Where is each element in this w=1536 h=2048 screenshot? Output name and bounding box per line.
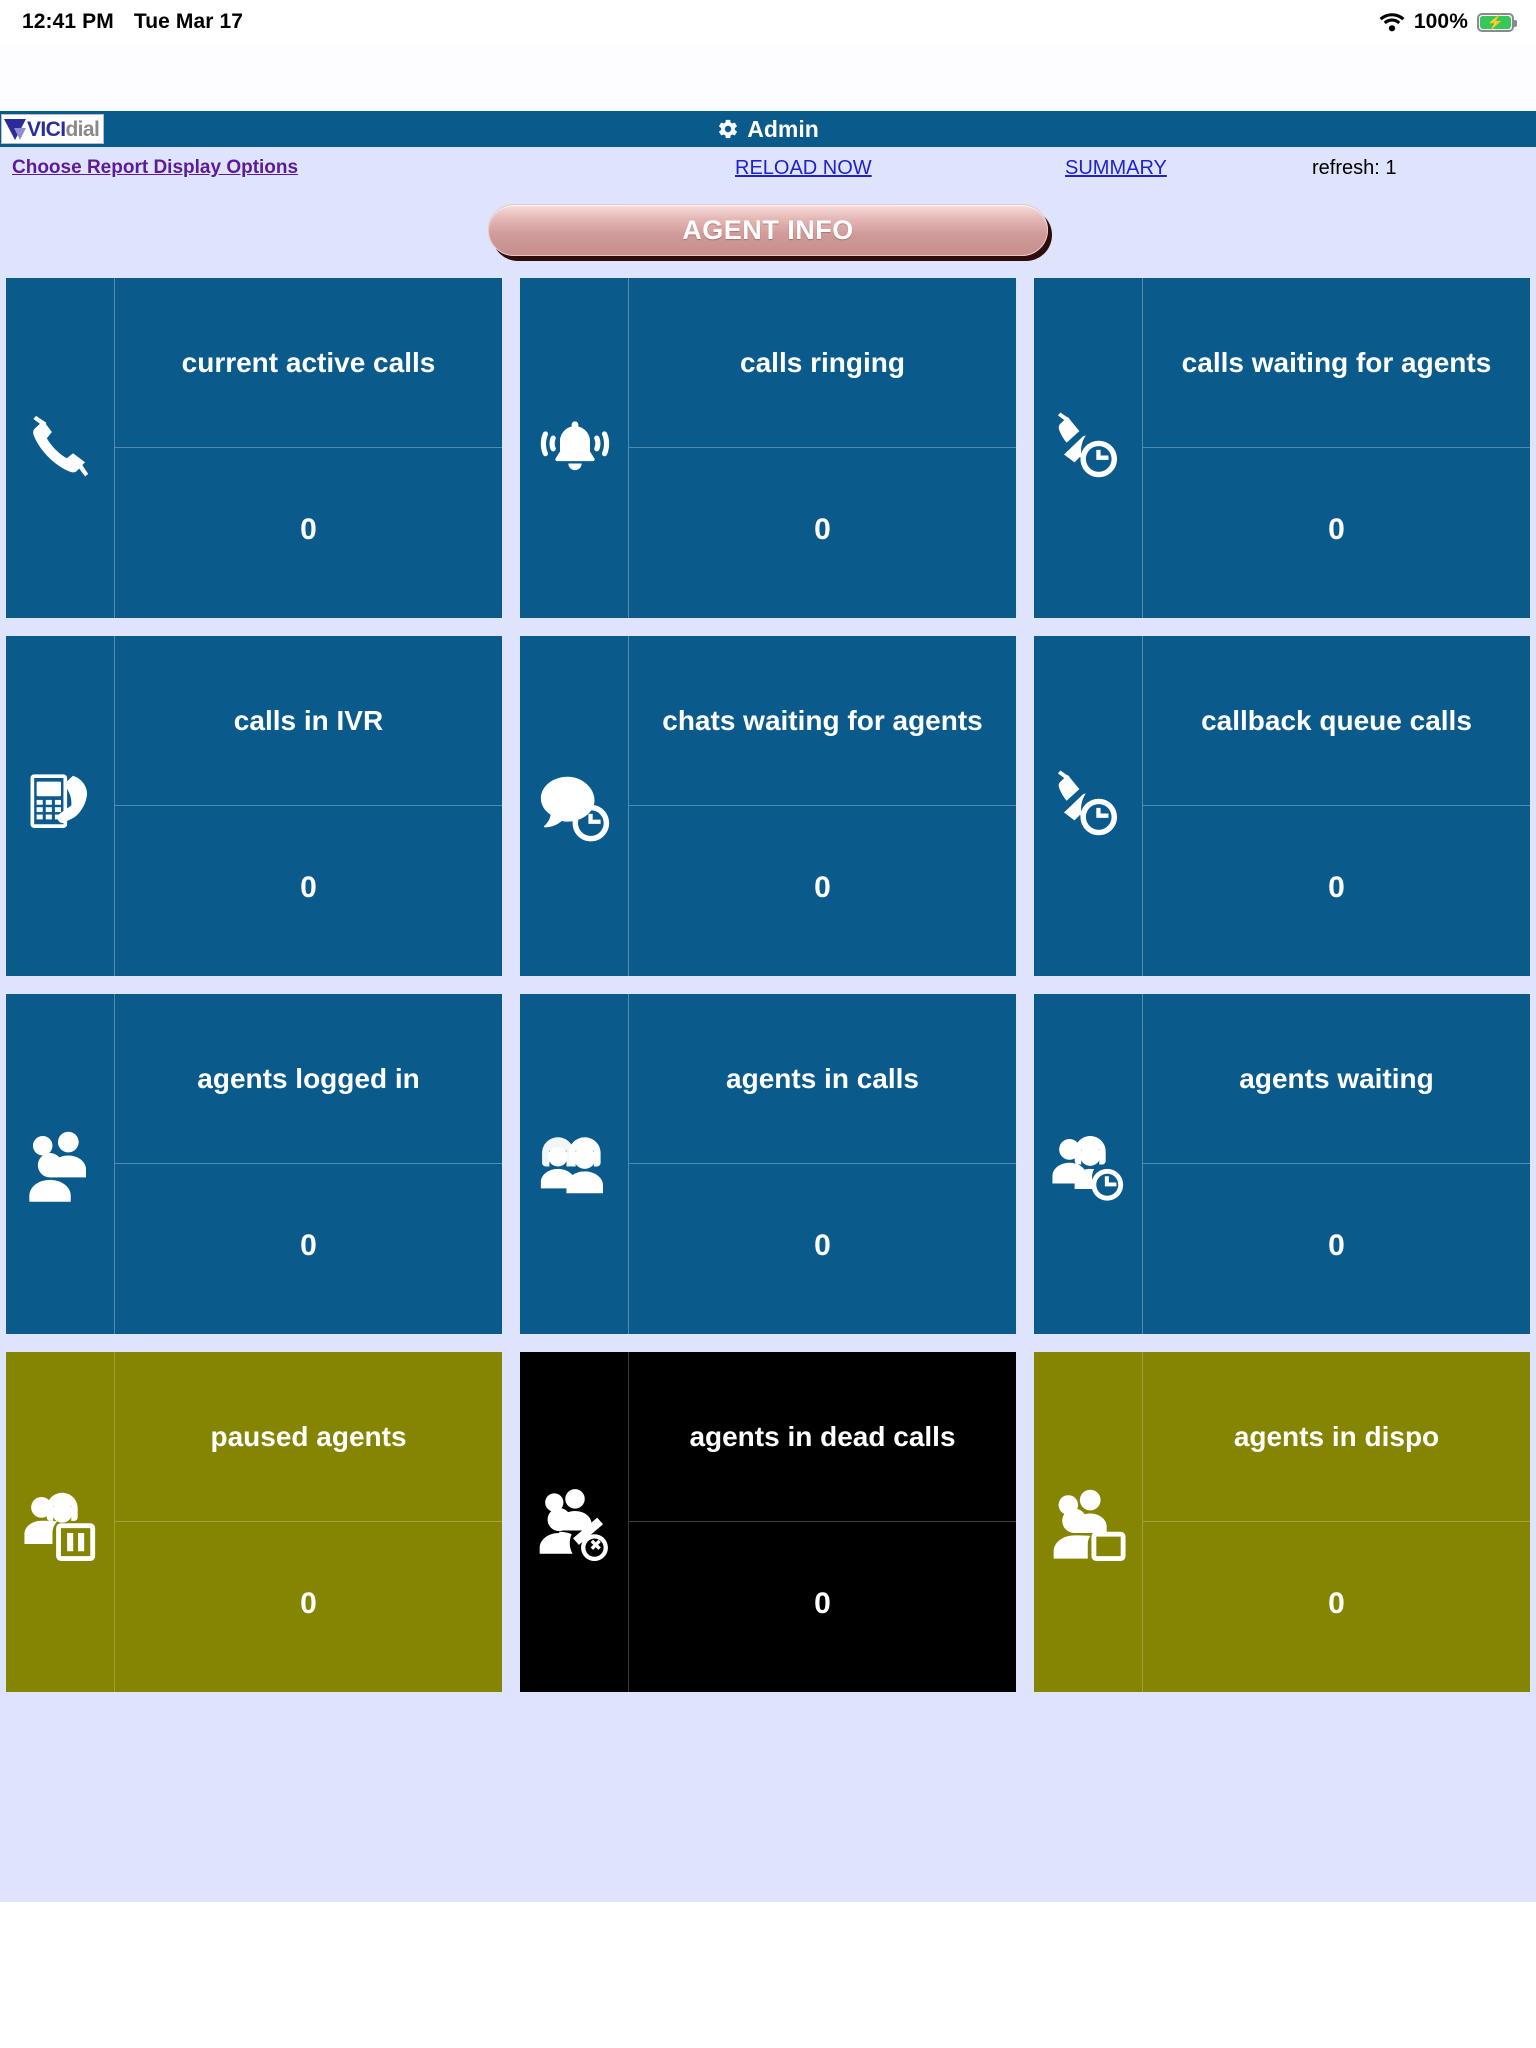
stat-tile-body: agents logged in 0 xyxy=(115,994,502,1334)
report-options-row: Choose Report Display Options RELOAD NOW… xyxy=(0,147,1536,189)
stat-tile-label: agents logged in xyxy=(115,994,502,1164)
agent-info-button-wrap: AGENT INFO xyxy=(0,189,1536,278)
stat-tile[interactable]: agents waiting 0 xyxy=(1034,994,1530,1334)
report-page: Choose Report Display Options RELOAD NOW… xyxy=(0,147,1536,1902)
stat-tile[interactable]: chats waiting for agents 0 xyxy=(520,636,1016,976)
agent-pause-icon xyxy=(6,1352,115,1692)
stat-tile[interactable]: calls in IVR 0 xyxy=(6,636,502,976)
ivr-keypad-phone-icon xyxy=(6,636,115,976)
admin-title: Admin xyxy=(0,116,1536,143)
stat-tile-body: agents in calls 0 xyxy=(629,994,1016,1334)
admin-title-text: Admin xyxy=(747,115,819,142)
stat-tile-value: 0 xyxy=(1328,1587,1345,1620)
stat-tile-value: 0 xyxy=(300,1229,317,1262)
browser-blank-area xyxy=(0,44,1536,111)
agent-info-button[interactable]: AGENT INFO xyxy=(488,204,1048,256)
stat-tile-value: 0 xyxy=(300,871,317,904)
stat-tile-label: callback queue calls xyxy=(1143,636,1530,806)
stat-tile-body: agents in dispo 0 xyxy=(1143,1352,1530,1692)
stat-tile-label: agents in dispo xyxy=(1143,1352,1530,1522)
stat-tile-label: current active calls xyxy=(115,278,502,448)
stat-tile-body: calls in IVR 0 xyxy=(115,636,502,976)
stat-tile-body: current active calls 0 xyxy=(115,278,502,618)
stat-tile-label: calls ringing xyxy=(629,278,1016,448)
stat-tile[interactable]: agents logged in 0 xyxy=(6,994,502,1334)
stat-tile-value: 0 xyxy=(1328,513,1345,546)
vicidial-header-bar: VICI dial Admin xyxy=(0,111,1536,147)
refresh-counter: refresh: 1 xyxy=(1312,156,1397,179)
stat-tile-value: 0 xyxy=(814,871,831,904)
stat-tile[interactable]: callback queue calls 0 xyxy=(1034,636,1530,976)
stat-tile-body: chats waiting for agents 0 xyxy=(629,636,1016,976)
stat-tile-value: 0 xyxy=(814,513,831,546)
stat-tile-body: calls ringing 0 xyxy=(629,278,1016,618)
agent-clock-icon xyxy=(1034,994,1143,1334)
reload-now-link[interactable]: RELOAD NOW xyxy=(735,157,872,180)
status-bar-right: 100% ⚡ xyxy=(1379,10,1517,34)
stat-tile-value: 0 xyxy=(300,513,317,546)
chat-bubble-clock-icon xyxy=(520,636,629,976)
stat-tile-value: 0 xyxy=(1328,1229,1345,1262)
gear-icon xyxy=(717,118,739,140)
page-footer-space xyxy=(0,1692,1536,1892)
stat-tile-body: paused agents 0 xyxy=(115,1352,502,1692)
wifi-icon xyxy=(1379,12,1405,32)
ringing-bell-icon xyxy=(520,278,629,618)
battery-percent: 100% xyxy=(1413,10,1468,33)
stat-tile-body: callback queue calls 0 xyxy=(1143,636,1530,976)
stat-tile[interactable]: agents in dispo 0 xyxy=(1034,1352,1530,1692)
stat-tile-value: 0 xyxy=(814,1587,831,1620)
phone-clock-icon xyxy=(1034,636,1143,976)
stat-tile-label: calls waiting for agents xyxy=(1143,278,1530,448)
stat-tile-value: 0 xyxy=(814,1229,831,1262)
status-bar-left: 12:41 PM Tue Mar 17 xyxy=(22,10,243,34)
stat-tile-value: 0 xyxy=(300,1587,317,1620)
status-date: Tue Mar 17 xyxy=(133,10,244,33)
stat-tile-body: agents waiting 0 xyxy=(1143,994,1530,1334)
summary-link[interactable]: SUMMARY xyxy=(1065,157,1167,180)
stat-tile[interactable]: calls ringing 0 xyxy=(520,278,1016,618)
stat-tile-body: agents in dead calls 0 xyxy=(629,1352,1016,1692)
stats-tile-grid: current active calls 0 calls ringing 0 cal… xyxy=(0,278,1536,1692)
choose-report-display-options-link[interactable]: Choose Report Display Options xyxy=(12,157,298,179)
status-time: 12:41 PM xyxy=(22,10,114,33)
ios-status-bar: 12:41 PM Tue Mar 17 100% ⚡ xyxy=(0,0,1536,44)
stat-tile-body: calls waiting for agents 0 xyxy=(1143,278,1530,618)
headset-agents-icon xyxy=(520,994,629,1334)
stat-tile-label: agents waiting xyxy=(1143,994,1530,1164)
stat-tile[interactable]: calls waiting for agents 0 xyxy=(1034,278,1530,618)
stat-tile-label: agents in dead calls xyxy=(629,1352,1016,1522)
agent-screen-icon xyxy=(1034,1352,1143,1692)
stat-tile-label: paused agents xyxy=(115,1352,502,1522)
battery-charging-icon: ⚡ xyxy=(1477,12,1517,32)
stat-tile[interactable]: agents in calls 0 xyxy=(520,994,1016,1334)
stat-tile-label: agents in calls xyxy=(629,994,1016,1164)
users-group-icon xyxy=(6,994,115,1334)
stat-tile-label: chats waiting for agents xyxy=(629,636,1016,806)
phone-clock-icon xyxy=(1034,278,1143,618)
phone-handset-icon xyxy=(6,278,115,618)
stat-tile[interactable]: agents in dead calls 0 xyxy=(520,1352,1016,1692)
stat-tile[interactable]: paused agents 0 xyxy=(6,1352,502,1692)
stat-tile[interactable]: current active calls 0 xyxy=(6,278,502,618)
stat-tile-label: calls in IVR xyxy=(115,636,502,806)
stat-tile-value: 0 xyxy=(1328,871,1345,904)
agent-dead-call-icon xyxy=(520,1352,629,1692)
